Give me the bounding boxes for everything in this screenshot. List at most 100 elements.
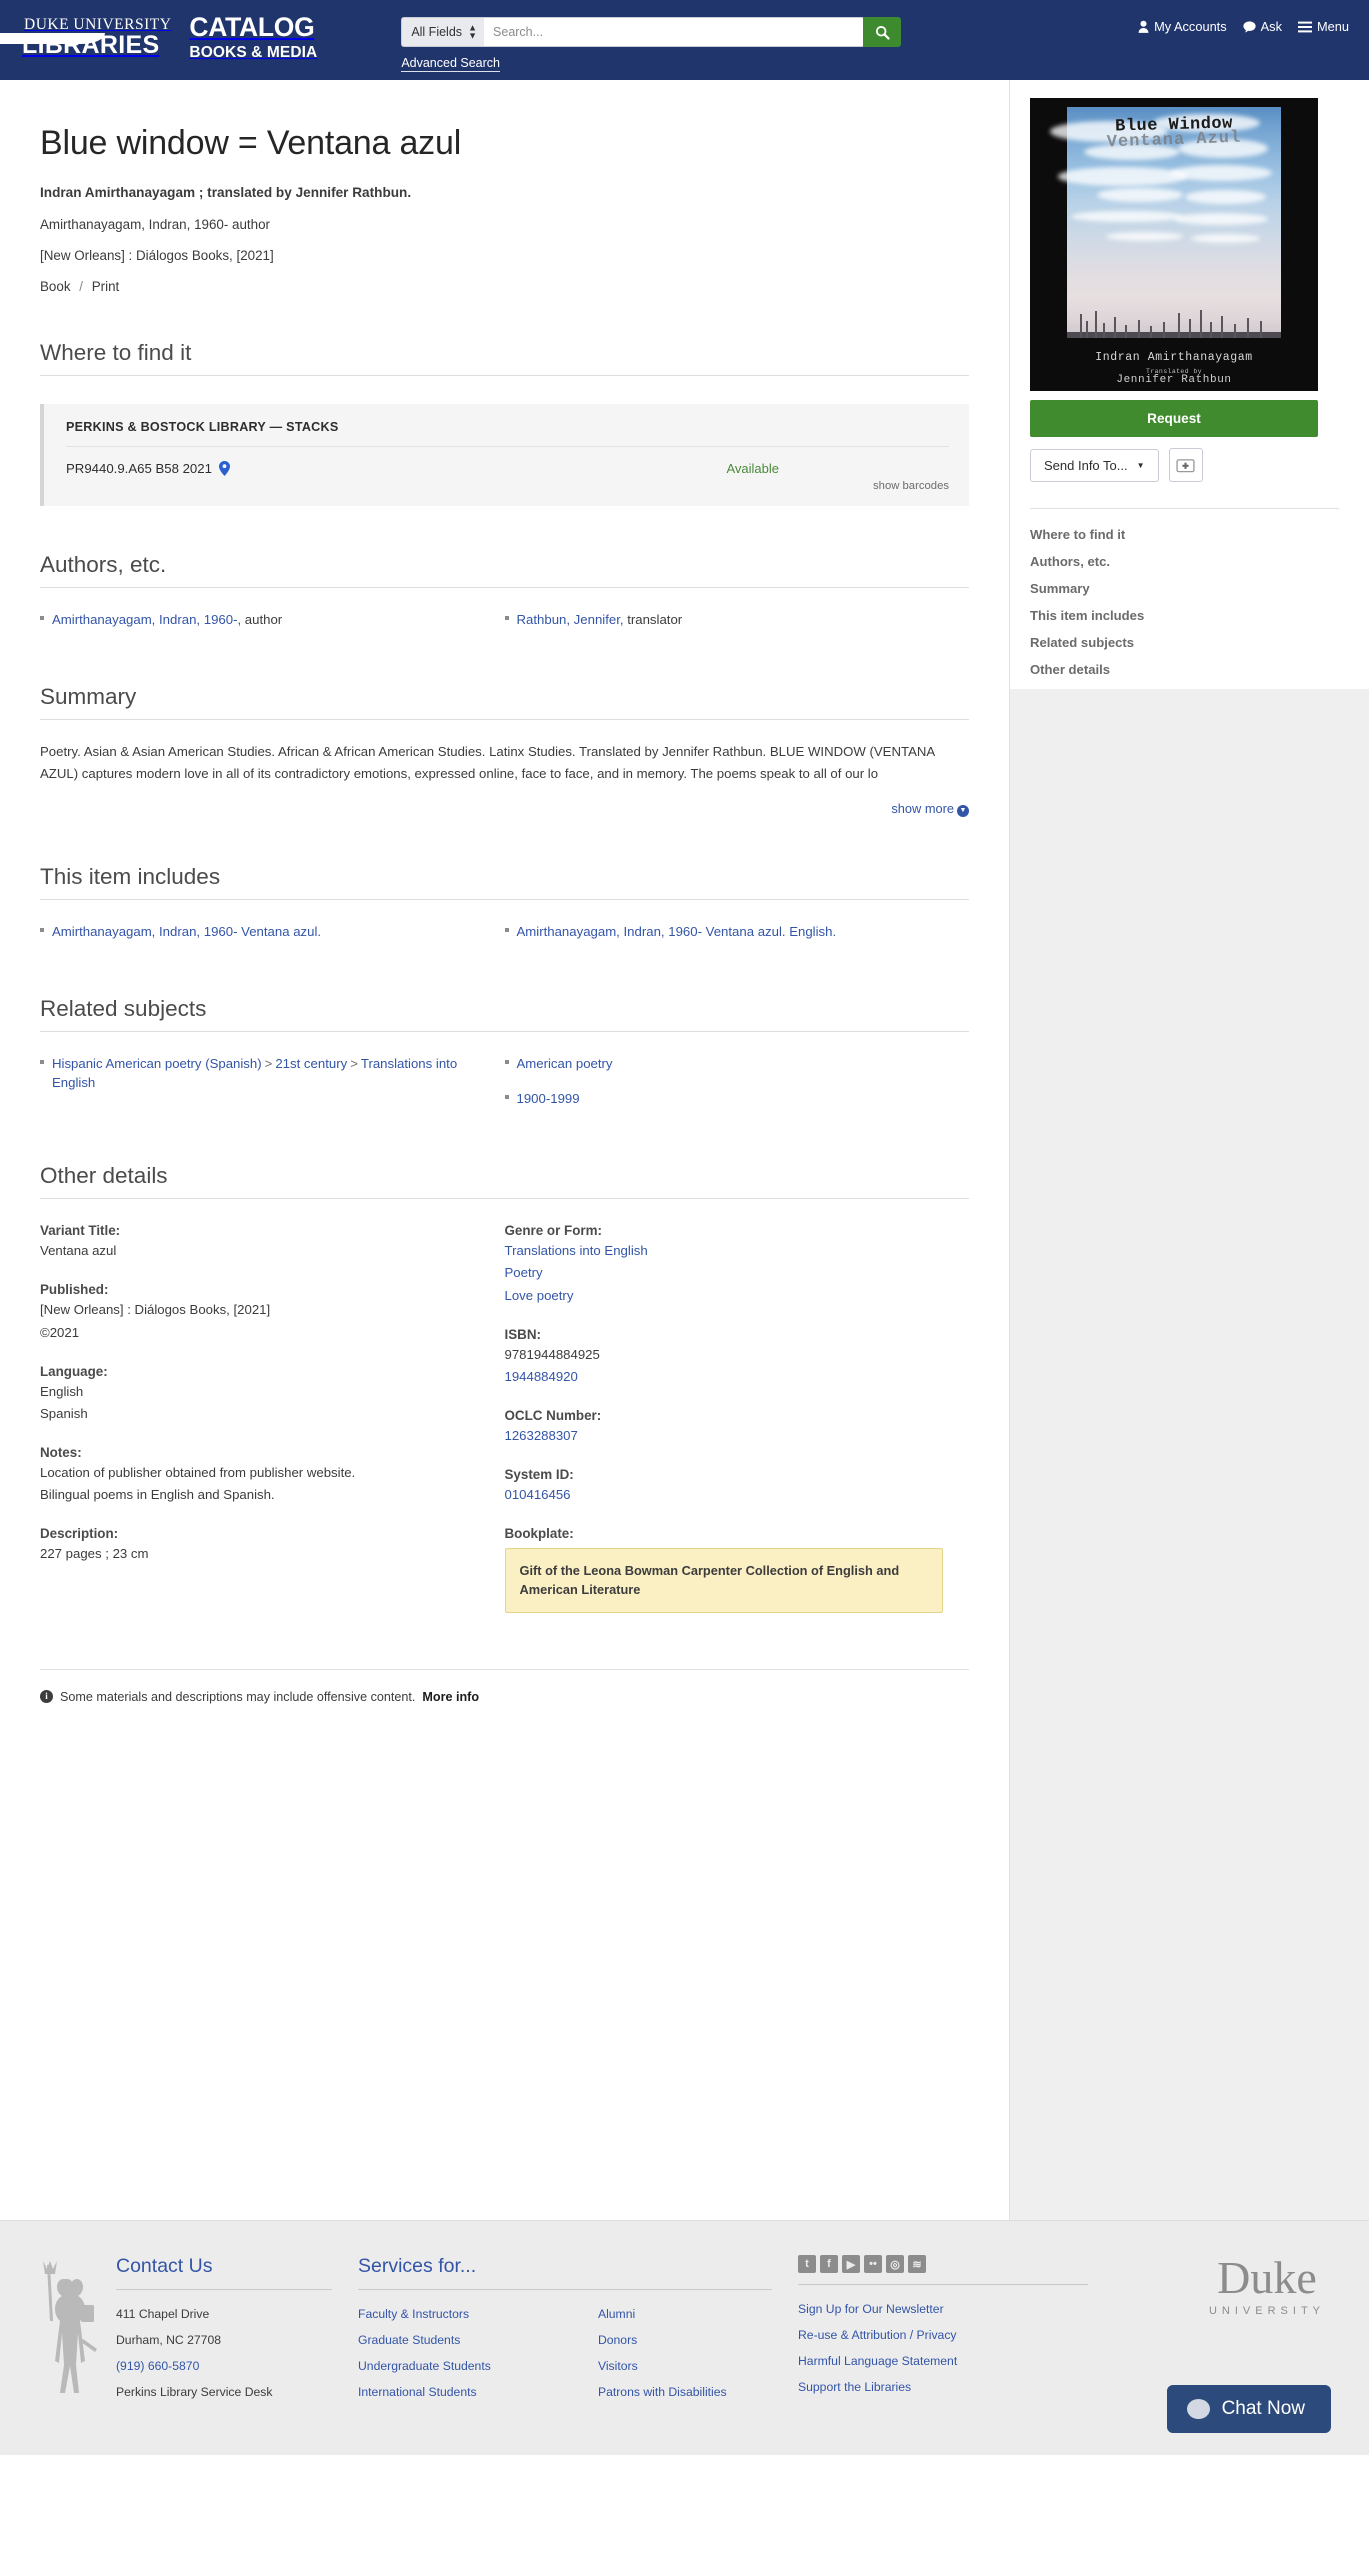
offensive-content-notice: i Some materials and descriptions may in… xyxy=(40,1668,969,1704)
system-id-link[interactable]: 010416456 xyxy=(505,1487,571,1502)
search-area: All Fields ▲▼ Advanced Search xyxy=(401,14,902,72)
sidebar-nav-related-subjects[interactable]: Related subjects xyxy=(1030,635,1339,650)
detail-label: Variant Title: xyxy=(40,1223,121,1239)
footer-link-alumni[interactable]: Alumni xyxy=(598,2307,772,2321)
medium-value: Print xyxy=(91,279,120,294)
isbn-link[interactable]: 1944884920 xyxy=(505,1369,578,1384)
map-pin-icon[interactable] xyxy=(218,461,230,476)
includes-col-left: Amirthanayagam, Indran, 1960- Ventana az… xyxy=(40,922,505,950)
info-icon: i xyxy=(40,1690,53,1704)
subjects-list-left: Hispanic American poetry (Spanish) >21st … xyxy=(40,1054,481,1092)
genre-link[interactable]: Love poetry xyxy=(505,1288,574,1303)
chat-now-button[interactable]: Chat Now xyxy=(1166,2385,1331,2433)
more-info-link[interactable]: More info xyxy=(422,1690,479,1704)
subject-link[interactable]: American poetry xyxy=(517,1056,613,1071)
subject-link[interactable]: Hispanic American poetry (Spanish) xyxy=(52,1056,262,1071)
show-more-button[interactable]: show more ▼ xyxy=(891,800,969,817)
subjects-col-left: Hispanic American poetry (Spanish) >21st … xyxy=(40,1054,505,1117)
included-work-link[interactable]: Amirthanayagam, Indran, 1960- Ventana az… xyxy=(52,924,321,939)
ask-link[interactable]: Ask xyxy=(1243,19,1282,34)
authors-list-left: Amirthanayagam, Indran, 1960-, author xyxy=(40,610,481,629)
oclc-link[interactable]: 1263288307 xyxy=(505,1428,578,1443)
author-link[interactable]: Amirthanayagam, Indran, 1960-, xyxy=(52,612,241,627)
footer-social-col: t f ▶ •• ◎ ≋ Sign Up for Our Newsletter … xyxy=(798,2255,1114,2411)
genre-link[interactable]: Translations into English xyxy=(505,1243,648,1258)
advanced-search-link[interactable]: Advanced Search xyxy=(401,56,500,72)
holding-library-name: PERKINS & BOSTOCK LIBRARY — STACKS xyxy=(66,420,949,447)
show-more-label: show more xyxy=(891,800,954,816)
page-shell: Blue window = Ventana azul Indran Amirth… xyxy=(0,80,1369,2220)
format-value: Book xyxy=(40,279,71,294)
detail-value: Love poetry xyxy=(505,1286,944,1305)
cover-author: Indran Amirthanayagam xyxy=(1095,351,1253,364)
footer-phone-link[interactable]: (919) 660-5870 xyxy=(116,2359,199,2373)
request-button[interactable]: Request xyxy=(1030,400,1318,437)
footer-link-international[interactable]: International Students xyxy=(358,2385,598,2399)
header-links: My Accounts Ask Menu xyxy=(1138,14,1349,34)
footer-link-graduate[interactable]: Graduate Students xyxy=(358,2333,598,2347)
social-icons: t f ▶ •• ◎ ≋ xyxy=(798,2255,1088,2285)
authors-col-left: Amirthanayagam, Indran, 1960-, author xyxy=(40,610,505,638)
user-icon xyxy=(1138,20,1149,33)
footer-link-harmful-language[interactable]: Harmful Language Statement xyxy=(798,2354,1088,2368)
search-input[interactable] xyxy=(484,17,864,47)
my-accounts-link[interactable]: My Accounts xyxy=(1138,19,1227,34)
other-details-col-left: Variant Title: Ventana azul Published: [… xyxy=(40,1223,505,1612)
genre-link[interactable]: Poetry xyxy=(505,1265,543,1280)
footer-contact-heading[interactable]: Contact Us xyxy=(116,2255,332,2290)
footer-link-visitors[interactable]: Visitors xyxy=(598,2359,772,2373)
footer-contact-col: Contact Us 411 Chapel Drive Durham, NC 2… xyxy=(116,2255,358,2411)
detail-label: Notes: xyxy=(40,1445,82,1461)
detail-label: Bookplate: xyxy=(504,1526,574,1542)
send-info-dropdown[interactable]: Send Info To... ▼ xyxy=(1030,448,1159,482)
footer-services-heading[interactable]: Services for... xyxy=(358,2255,772,2290)
author-link[interactable]: Rathbun, Jennifer, xyxy=(517,612,624,627)
footer-link-newsletter[interactable]: Sign Up for Our Newsletter xyxy=(798,2302,1088,2316)
menu-label: Menu xyxy=(1316,19,1349,34)
search-field-select[interactable]: All Fields ▲ ▼ xyxy=(401,17,485,47)
search-field-value: All Fields xyxy=(411,25,463,39)
send-info-label: Send Info To... xyxy=(1044,457,1128,473)
sidebar-nav-summary[interactable]: Summary xyxy=(1030,581,1339,596)
subject-link[interactable]: 1900-1999 xyxy=(517,1091,580,1106)
includes-col-right: Amirthanayagam, Indran, 1960- Ventana az… xyxy=(504,922,970,950)
search-row: All Fields ▲ ▼ xyxy=(401,17,902,47)
cover-treeline xyxy=(1067,304,1281,338)
detail-value: 010416456 xyxy=(505,1485,944,1504)
authors-list-right: Rathbun, Jennifer, translator xyxy=(504,610,946,629)
twitter-icon[interactable]: t xyxy=(798,2255,816,2273)
ask-label: Ask xyxy=(1260,19,1282,34)
footer-link-support[interactable]: Support the Libraries xyxy=(798,2380,1088,2394)
hamburger-icon xyxy=(1297,21,1312,32)
detail-value: Poetry xyxy=(505,1263,944,1282)
included-work-link[interactable]: Amirthanayagam, Indran, 1960- Ventana az… xyxy=(517,924,837,939)
facebook-icon[interactable]: f xyxy=(820,2255,838,2273)
sidebar-nav-other-details[interactable]: Other details xyxy=(1030,662,1339,677)
record-sidebar: Blue Window Ventana Azul Indran Amirthan… xyxy=(1010,80,1369,689)
subject-separator: > xyxy=(350,1056,358,1072)
blue-devil-icon xyxy=(24,2255,116,2411)
chat-icon xyxy=(1243,20,1256,33)
footer-link-disabilities[interactable]: Patrons with Disabilities xyxy=(598,2385,772,2399)
footer-link-undergraduate[interactable]: Undergraduate Students xyxy=(358,2359,598,2373)
footer-link-reuse-privacy[interactable]: Re-use & Attribution / Privacy xyxy=(798,2328,1088,2342)
subject-link[interactable]: 21st century xyxy=(275,1056,347,1071)
menu-button[interactable]: Menu xyxy=(1297,19,1349,34)
instagram-icon[interactable]: ◎ xyxy=(886,2255,904,2273)
rss-icon[interactable]: ≋ xyxy=(908,2255,926,2273)
duke-libraries-logo: DUKE UNIVERSITY LIBRARIES xyxy=(0,17,171,58)
add-to-folder-button[interactable] xyxy=(1168,448,1203,482)
format-separator: / xyxy=(79,279,83,294)
list-item: Amirthanayagam, Indran, 1960- Ventana az… xyxy=(40,922,481,941)
sidebar-nav-authors[interactable]: Authors, etc. xyxy=(1030,554,1339,569)
duke-libraries-logo-link[interactable]: DUKE UNIVERSITY LIBRARIES CATALOG BOOKS … xyxy=(0,13,317,61)
youtube-icon[interactable]: ▶ xyxy=(842,2255,860,2273)
footer-link-faculty[interactable]: Faculty & Instructors xyxy=(358,2307,598,2321)
authors-col-right: Rathbun, Jennifer, translator xyxy=(504,610,970,638)
sidebar-nav-where-to-find-it[interactable]: Where to find it xyxy=(1030,527,1339,542)
sidebar-nav-this-item-includes[interactable]: This item includes xyxy=(1030,608,1339,623)
footer-link-donors[interactable]: Donors xyxy=(598,2333,772,2347)
flickr-icon[interactable]: •• xyxy=(864,2255,882,2273)
show-barcodes-link[interactable]: show barcodes xyxy=(66,480,949,492)
search-submit-button[interactable] xyxy=(863,17,902,47)
